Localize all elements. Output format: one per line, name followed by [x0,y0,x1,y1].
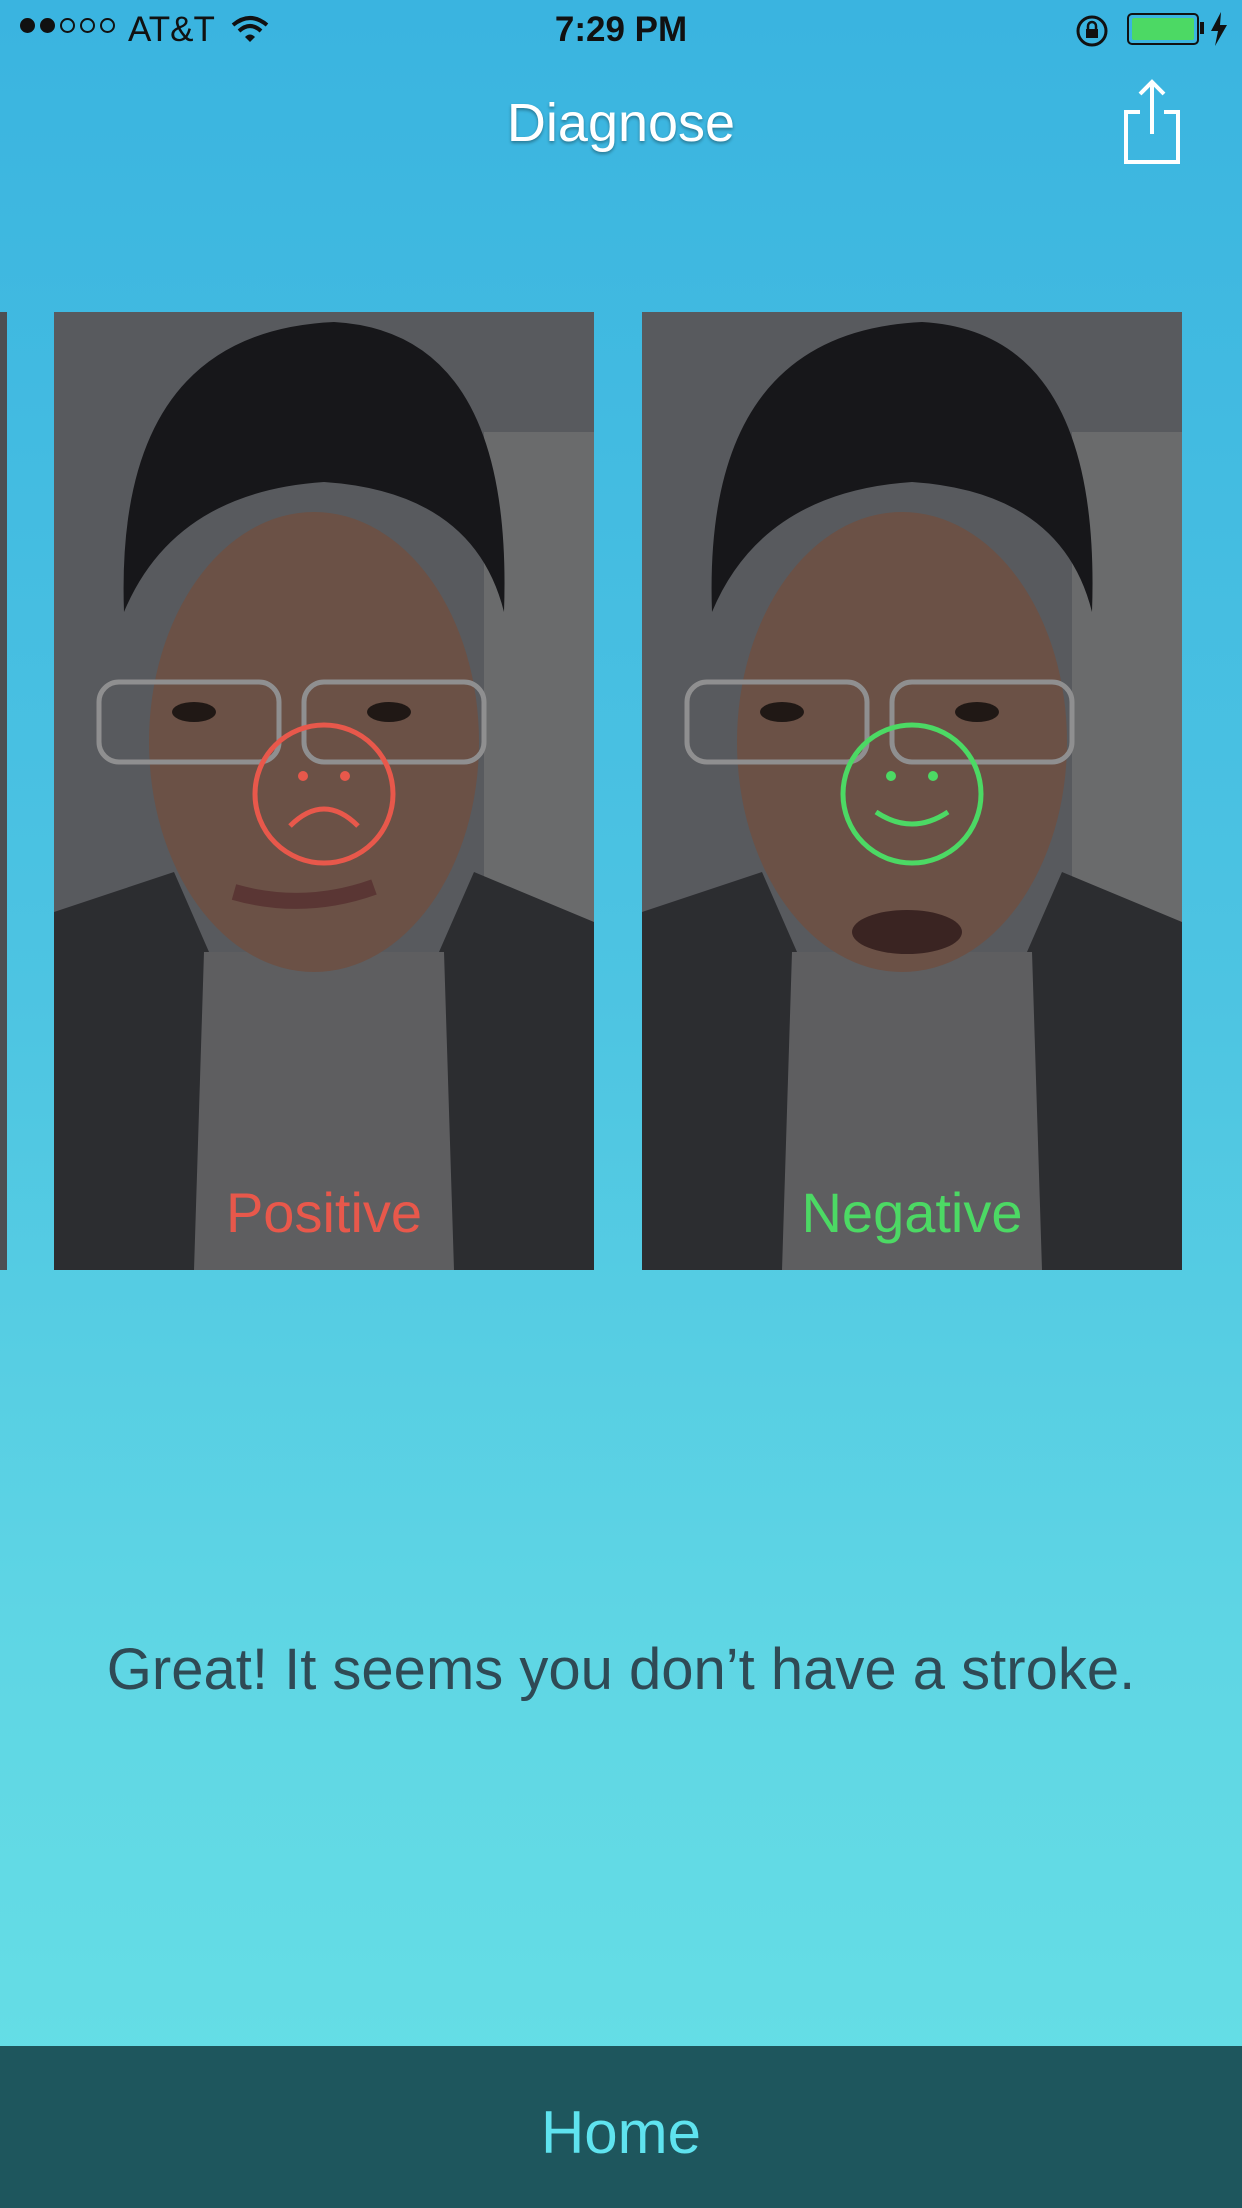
charging-bolt-icon [1211,12,1227,46]
smiley-face-icon [840,722,984,866]
battery-tip [1200,22,1204,34]
positive-result-card[interactable]: Positive [54,312,594,1270]
sad-face-icon [252,722,396,866]
positive-label: Positive [225,1181,423,1244]
negative-label: Negative [801,1181,1023,1244]
home-button[interactable]: Home [0,2046,1242,2208]
negative-result-card[interactable]: Negative [642,312,1182,1270]
battery-icon [1127,13,1199,45]
previous-card-edge [0,312,7,1270]
orientation-lock-icon [1076,15,1108,47]
home-label: Home [540,2099,702,2166]
status-bar: AT&T 7:29 PM [0,0,1242,60]
share-icon[interactable] [1120,78,1184,166]
status-time: 7:29 PM [554,10,688,49]
result-message: Great! It seems you don’t have a stroke. [106,1637,1136,1702]
page-title: Diagnose [506,93,736,153]
